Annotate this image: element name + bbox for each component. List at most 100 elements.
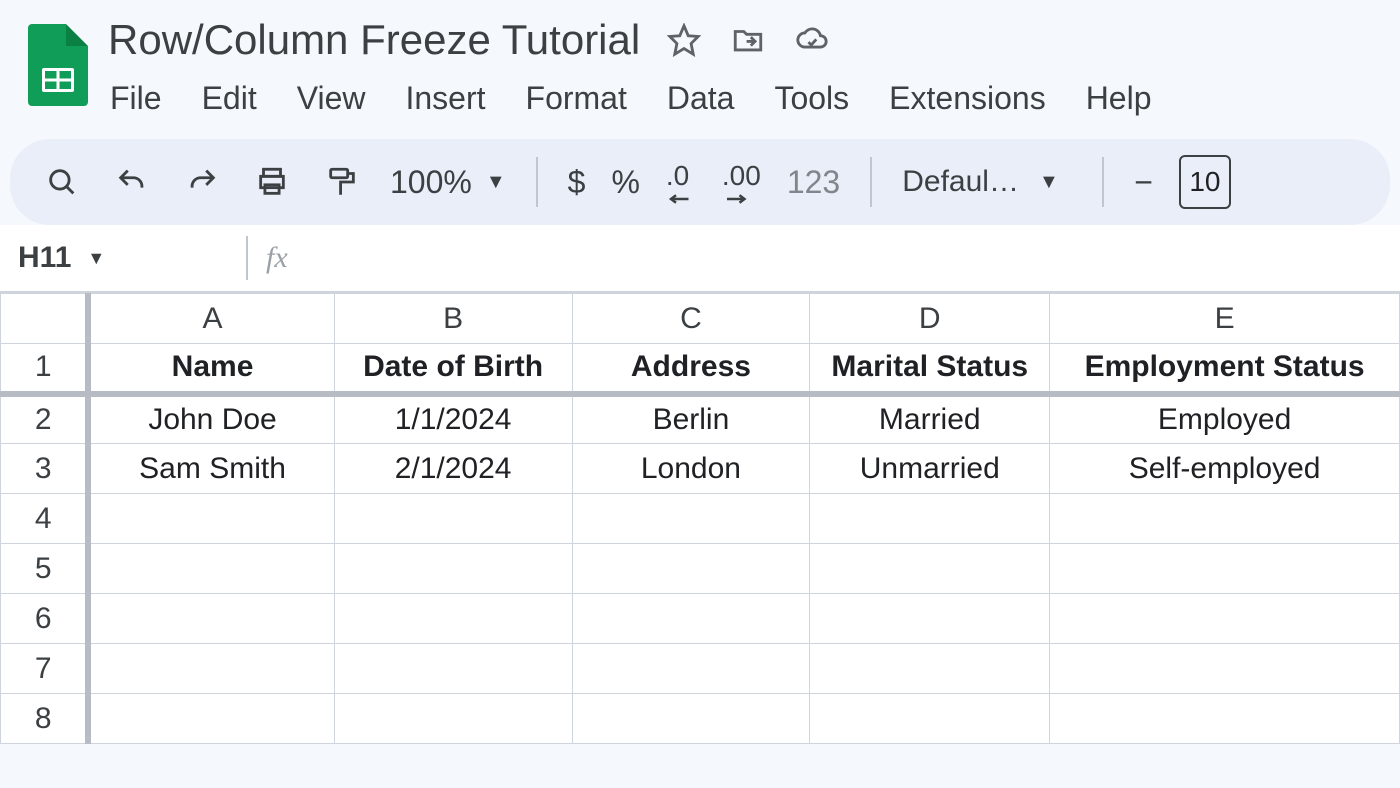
select-all-corner[interactable]	[1, 294, 89, 344]
paint-format-icon[interactable]	[320, 160, 364, 204]
cloud-status-icon[interactable]	[792, 20, 832, 60]
row-header-6[interactable]: 6	[1, 594, 89, 644]
chevron-down-icon: ▼	[87, 248, 105, 269]
currency-format-button[interactable]: $	[568, 164, 586, 201]
cell-D6[interactable]	[810, 594, 1050, 644]
menu-format[interactable]: Format	[524, 76, 629, 121]
chevron-down-icon: ▼	[1039, 171, 1059, 194]
cell-E5[interactable]	[1050, 544, 1400, 594]
cell-A8[interactable]	[88, 694, 334, 744]
col-header-D[interactable]: D	[810, 294, 1050, 344]
cell-A1[interactable]: Name	[88, 344, 334, 394]
cell-B8[interactable]	[334, 694, 572, 744]
sheets-logo-icon[interactable]	[28, 24, 88, 106]
menu-insert[interactable]: Insert	[403, 76, 487, 121]
percent-format-button[interactable]: %	[611, 164, 639, 201]
cell-D7[interactable]	[810, 644, 1050, 694]
cell-D1[interactable]: Marital Status	[810, 344, 1050, 394]
chevron-down-icon: ▼	[486, 171, 506, 194]
row-header-1[interactable]: 1	[1, 344, 89, 394]
row-header-4[interactable]: 4	[1, 494, 89, 544]
spreadsheet-grid[interactable]: A B C D E 1 Name Date of Birth Address M…	[0, 293, 1400, 744]
cell-E6[interactable]	[1050, 594, 1400, 644]
menu-extensions[interactable]: Extensions	[887, 76, 1048, 121]
cell-B1[interactable]: Date of Birth	[334, 344, 572, 394]
cell-A5[interactable]	[88, 544, 334, 594]
more-formats-button[interactable]: 123	[787, 164, 840, 201]
cell-B4[interactable]	[334, 494, 572, 544]
undo-icon[interactable]	[110, 160, 154, 204]
row-header-5[interactable]: 5	[1, 544, 89, 594]
zoom-value: 100%	[390, 164, 472, 201]
redo-icon[interactable]	[180, 160, 224, 204]
menu-file[interactable]: File	[108, 76, 164, 121]
col-header-E[interactable]: E	[1050, 294, 1400, 344]
cell-E1[interactable]: Employment Status	[1050, 344, 1400, 394]
cell-A4[interactable]	[88, 494, 334, 544]
formula-bar-separator	[246, 236, 248, 280]
cell-C6[interactable]	[572, 594, 810, 644]
cell-E7[interactable]	[1050, 644, 1400, 694]
font-family-dropdown[interactable]: Defaul… ▼	[902, 165, 1072, 199]
cell-C3[interactable]: London	[572, 444, 810, 494]
cell-A2[interactable]: John Doe	[88, 394, 334, 444]
menu-edit[interactable]: Edit	[200, 76, 259, 121]
menu-view[interactable]: View	[295, 76, 368, 121]
cell-D8[interactable]	[810, 694, 1050, 744]
cell-D2[interactable]: Married	[810, 394, 1050, 444]
decrease-decimal-button[interactable]: .0	[666, 160, 696, 204]
cell-C1[interactable]: Address	[572, 344, 810, 394]
font-family-value: Defaul…	[902, 165, 1019, 199]
cell-E3[interactable]: Self-employed	[1050, 444, 1400, 494]
search-icon[interactable]	[40, 160, 84, 204]
menu-bar: File Edit View Insert Format Data Tools …	[108, 76, 1154, 121]
col-header-C[interactable]: C	[572, 294, 810, 344]
cell-B7[interactable]	[334, 644, 572, 694]
toolbar-separator	[536, 157, 538, 207]
col-header-B[interactable]: B	[334, 294, 572, 344]
cell-C7[interactable]	[572, 644, 810, 694]
star-icon[interactable]	[664, 20, 704, 60]
increase-decimal-button[interactable]: .00	[722, 160, 761, 204]
move-folder-icon[interactable]	[728, 20, 768, 60]
menu-tools[interactable]: Tools	[772, 76, 851, 121]
cell-A7[interactable]	[88, 644, 334, 694]
decrease-font-size-button[interactable]: −	[1134, 164, 1153, 201]
font-size-input[interactable]: 10	[1179, 155, 1231, 209]
row-header-7[interactable]: 7	[1, 644, 89, 694]
cell-B2[interactable]: 1/1/2024	[334, 394, 572, 444]
print-icon[interactable]	[250, 160, 294, 204]
row-header-8[interactable]: 8	[1, 694, 89, 744]
name-box[interactable]: H11 ▼	[8, 241, 228, 275]
toolbar-separator	[870, 157, 872, 207]
zoom-dropdown[interactable]: 100% ▼	[390, 164, 506, 201]
cell-D4[interactable]	[810, 494, 1050, 544]
cell-B5[interactable]	[334, 544, 572, 594]
cell-C4[interactable]	[572, 494, 810, 544]
toolbar: 100% ▼ $ % .0 .00 123 Defaul… ▼ − 10	[10, 139, 1390, 225]
cell-C5[interactable]	[572, 544, 810, 594]
cell-B6[interactable]	[334, 594, 572, 644]
formula-bar-row: H11 ▼ fx	[0, 225, 1400, 293]
row-header-2[interactable]: 2	[1, 394, 89, 444]
formula-input[interactable]	[288, 225, 1400, 291]
cell-A3[interactable]: Sam Smith	[88, 444, 334, 494]
cell-C2[interactable]: Berlin	[572, 394, 810, 444]
cell-E2[interactable]: Employed	[1050, 394, 1400, 444]
name-box-value: H11	[18, 241, 71, 275]
row-header-3[interactable]: 3	[1, 444, 89, 494]
cell-E8[interactable]	[1050, 694, 1400, 744]
fx-icon: fx	[266, 241, 288, 275]
menu-help[interactable]: Help	[1084, 76, 1154, 121]
cell-D5[interactable]	[810, 544, 1050, 594]
cell-D3[interactable]: Unmarried	[810, 444, 1050, 494]
cell-E4[interactable]	[1050, 494, 1400, 544]
cell-C8[interactable]	[572, 694, 810, 744]
col-header-A[interactable]: A	[88, 294, 334, 344]
cell-A6[interactable]	[88, 594, 334, 644]
menu-data[interactable]: Data	[665, 76, 737, 121]
document-title[interactable]: Row/Column Freeze Tutorial	[108, 12, 640, 68]
cell-B3[interactable]: 2/1/2024	[334, 444, 572, 494]
title-bar: Row/Column Freeze Tutorial File Edit Vie…	[0, 0, 1400, 121]
toolbar-separator	[1102, 157, 1104, 207]
